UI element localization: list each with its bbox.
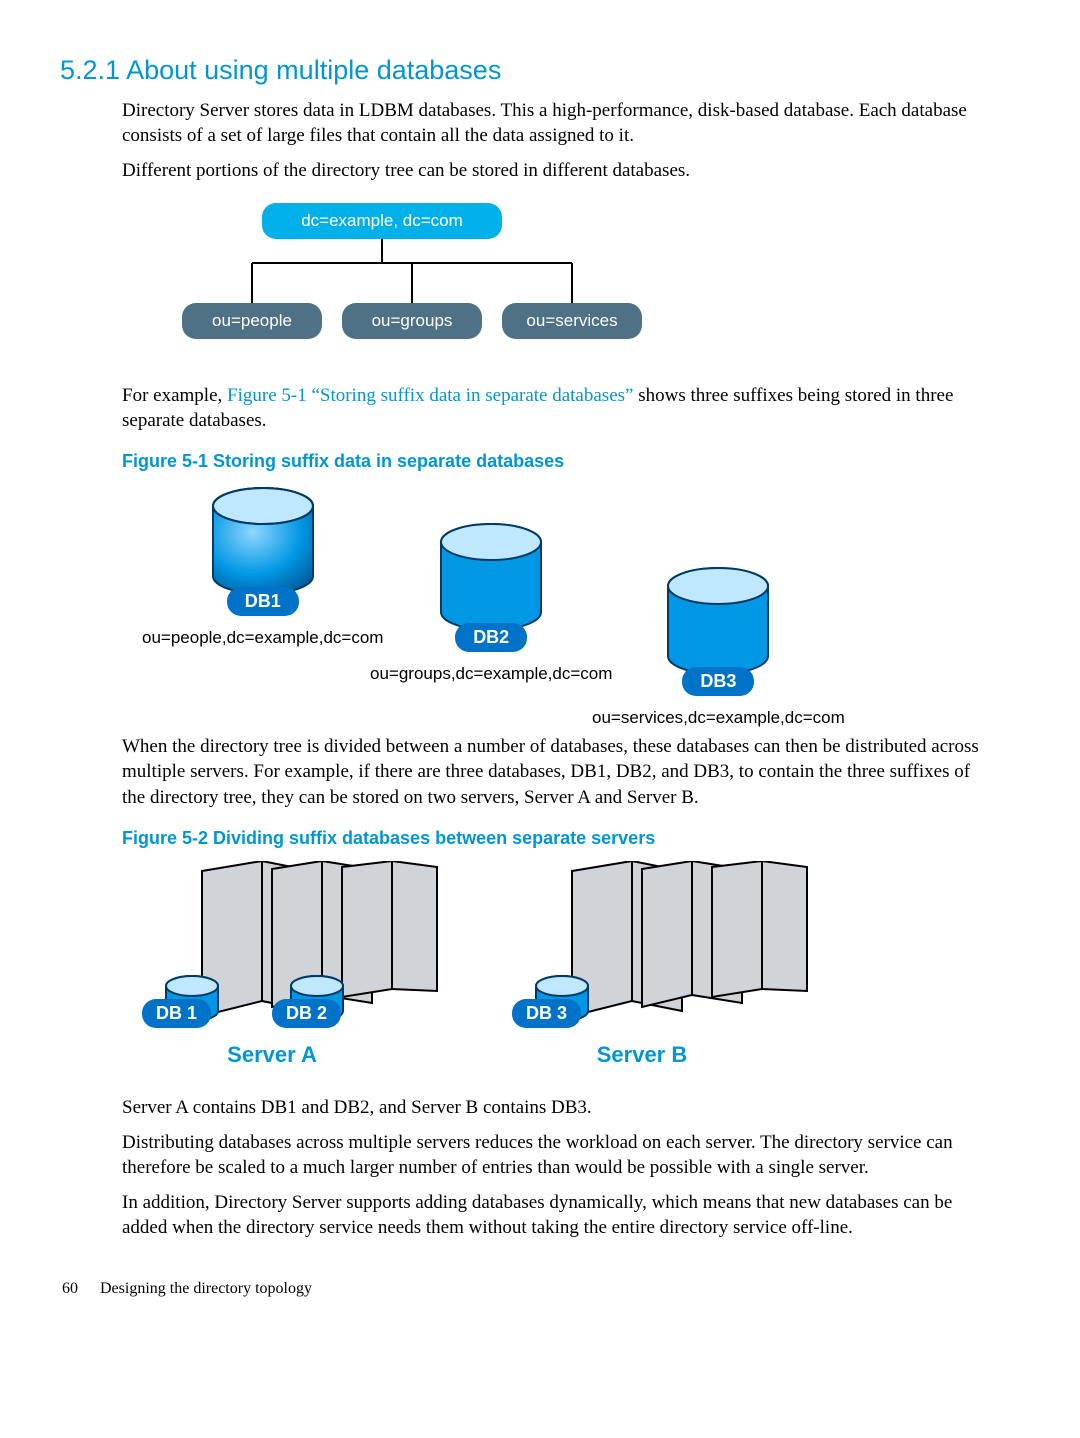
chapter-title: Designing the directory topology <box>100 1280 312 1297</box>
database-cylinder-icon <box>208 484 318 604</box>
server-label: Server A <box>142 1042 402 1068</box>
section-heading: 5.2.1 About using multiple databases <box>60 55 990 86</box>
text: For example, <box>122 385 227 406</box>
figure-52-diagram: DB 1 DB 2 Server A DB <box>122 861 990 1081</box>
tree-child-node: ou=people <box>182 303 322 339</box>
db-item: DB3 ou=services,dc=example,dc=com <box>592 564 845 728</box>
db-badge: DB 3 <box>512 999 581 1028</box>
db-badge: DB2 <box>455 623 527 652</box>
db-dn-label: ou=groups,dc=example,dc=com <box>370 664 612 684</box>
server-a-block: DB 1 DB 2 Server A <box>142 861 442 1068</box>
page-number: 60 <box>62 1280 78 1297</box>
database-cylinder-icon <box>663 564 773 684</box>
section-title-text: About using multiple databases <box>126 55 501 85</box>
tree-child-node: ou=services <box>502 303 642 339</box>
paragraph: Different portions of the directory tree… <box>60 158 990 183</box>
figure-51-diagram: DB1 ou=people,dc=example,dc=com DB2 ou=g… <box>122 484 990 734</box>
paragraph: In addition, Directory Server supports a… <box>60 1190 990 1240</box>
figure-caption: Figure 5-1 Storing suffix data in separa… <box>60 451 990 472</box>
page-footer: 60 Designing the directory topology <box>60 1280 990 1298</box>
db-item: DB2 ou=groups,dc=example,dc=com <box>370 520 612 684</box>
db-badge: DB 1 <box>142 999 211 1028</box>
paragraph: Server A contains DB1 and DB2, and Serve… <box>60 1095 990 1120</box>
database-cylinder-icon <box>436 520 546 640</box>
section-number: 5.2.1 <box>60 55 120 85</box>
db-item: DB1 ou=people,dc=example,dc=com <box>142 484 383 648</box>
hierarchy-tree-diagram: dc=example, dc=com ou=people ou=groups o… <box>122 203 990 363</box>
server-b-block: DB 3 Server B <box>512 861 812 1068</box>
db-dn-label: ou=people,dc=example,dc=com <box>142 628 383 648</box>
server-label: Server B <box>512 1042 772 1068</box>
paragraph: For example, Figure 5-1 “Storing suffix … <box>60 383 990 433</box>
db-badge: DB 2 <box>272 999 341 1028</box>
paragraph: When the directory tree is divided betwe… <box>60 734 990 809</box>
db-badge: DB3 <box>682 667 754 696</box>
tree-root-node: dc=example, dc=com <box>262 203 502 239</box>
tree-child-node: ou=groups <box>342 303 482 339</box>
paragraph: Directory Server stores data in LDBM dat… <box>60 98 990 148</box>
paragraph: Distributing databases across multiple s… <box>60 1130 990 1180</box>
figure-caption: Figure 5-2 Dividing suffix databases bet… <box>60 828 990 849</box>
db-dn-label: ou=services,dc=example,dc=com <box>592 708 845 728</box>
figure-crossref-link[interactable]: Figure 5-1 “Storing suffix data in separ… <box>227 385 633 406</box>
db-badge: DB1 <box>227 587 299 616</box>
